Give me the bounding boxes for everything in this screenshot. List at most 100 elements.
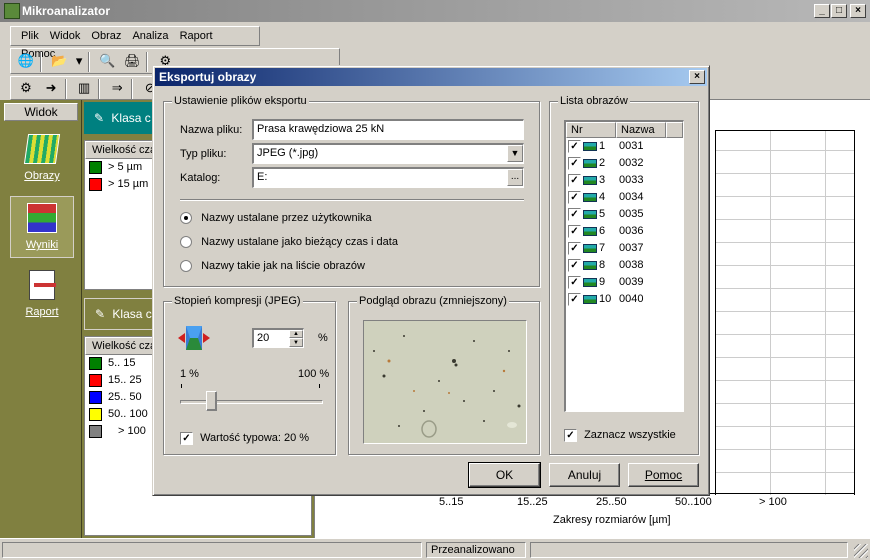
top-class-column-header[interactable]: Wielkość cza [85, 141, 155, 159]
list-item[interactable]: ✓ 3 0033 [566, 172, 683, 189]
list-item[interactable]: ✓ 1 0031 [566, 138, 683, 155]
compression-spinner[interactable]: 20 ▲ ▼ [252, 328, 304, 348]
preview-icon[interactable]: 🔍 [96, 50, 118, 72]
image-list-group-label: Lista obrazów [558, 95, 630, 107]
pencil-icon: ✎ [95, 307, 106, 321]
radio-button[interactable] [180, 260, 192, 273]
top-class-header: ✎ Klasa c [84, 102, 156, 134]
radio-button[interactable] [180, 236, 192, 249]
row-checkbox[interactable]: ✓ [568, 174, 581, 187]
radio-list-names[interactable]: Nazwy takie jak na liście obrazów [180, 260, 365, 273]
dropdown-icon[interactable]: ▾ [73, 50, 85, 72]
list-item[interactable]: ✓ 8 0038 [566, 257, 683, 274]
list-item[interactable]: ✓ 5 0035 [566, 206, 683, 223]
row-checkbox[interactable]: ✓ [568, 157, 581, 170]
list-item[interactable]: ✓ 10 0040 [566, 291, 683, 308]
slider-tick-min [181, 384, 182, 388]
maximize-button[interactable]: □ [831, 4, 847, 18]
menu-plik[interactable]: Plik [17, 27, 43, 45]
column-header-name[interactable]: Nazwa [616, 122, 666, 138]
select-all-row[interactable]: ✓ Zaznacz wszystkie [564, 429, 676, 442]
settings-icon[interactable]: ⚙ [15, 77, 37, 99]
browse-button[interactable]: ... [507, 169, 523, 186]
spin-up-button[interactable]: ▲ [289, 330, 303, 338]
print-icon[interactable]: 🖨 [121, 50, 143, 72]
sidebar-item-obrazy[interactable]: Obrazy [10, 134, 74, 190]
row-checkbox[interactable]: ✓ [568, 242, 581, 255]
images-icon [23, 134, 61, 164]
close-button[interactable]: × [850, 4, 866, 18]
export-icon[interactable]: ⇒ [106, 77, 128, 99]
dialog-titlebar: Eksportuj obrazy × [155, 68, 707, 86]
row-name: 0031 [619, 140, 644, 152]
slider-track[interactable] [180, 400, 323, 404]
typical-checkbox-row[interactable]: ✓ Wartość typowa: 20 % [180, 432, 309, 445]
open-icon[interactable]: 📂 [48, 50, 70, 72]
filetype-select[interactable]: JPEG (*.jpg) ▼ [252, 143, 524, 164]
row-nr: 8 [599, 259, 606, 271]
sidebar-item-label: Raport [25, 306, 59, 318]
row-checkbox[interactable]: ✓ [568, 276, 581, 289]
image-icon [583, 159, 597, 168]
row-name: 0034 [619, 191, 644, 203]
spin-down-button[interactable]: ▼ [289, 338, 303, 347]
list-item[interactable]: ✓ 4 0034 [566, 189, 683, 206]
row-checkbox[interactable]: ✓ [568, 225, 581, 238]
menu-raport[interactable]: Raport [176, 27, 217, 45]
chart-plot [715, 130, 855, 495]
x-tick-label: > 100 [759, 496, 787, 508]
sidebar-item-raport[interactable]: Raport [10, 270, 74, 326]
top-class-list: Wielkość cza > 5 µm > 15 µm [84, 140, 156, 290]
list-item[interactable]: ✓ 6 0036 [566, 223, 683, 240]
binoculars-icon[interactable]: ▥ [73, 77, 95, 99]
help-button[interactable]: Pomoc [628, 463, 699, 487]
list-item[interactable]: ✓ 9 0039 [566, 274, 683, 291]
row-name: 0033 [619, 174, 644, 186]
row-nr: 10 [599, 293, 612, 305]
resize-grip-icon[interactable] [854, 544, 868, 558]
main-titlebar: Mikroanalizator _ □ × [0, 0, 870, 22]
row-checkbox[interactable]: ✓ [568, 140, 581, 153]
arrow-icon[interactable]: ➜ [40, 77, 62, 99]
preview-group: Podgląd obrazu (zmniejszony) [348, 295, 540, 455]
image-list[interactable]: Nr Nazwa ✓ 1 0031 ✓ 2 0032 ✓ 3 0033 ✓ 4 0034 ✓ 5 0035 ✓… [564, 120, 684, 412]
row-checkbox[interactable]: ✓ [568, 293, 581, 306]
radio-datetime-names[interactable]: Nazwy ustalane jako bieżący czas i data [180, 236, 398, 249]
status-pane-3 [530, 542, 848, 558]
minimize-button[interactable]: _ [814, 4, 830, 18]
dir-input[interactable]: E: ... [252, 167, 524, 188]
compression-icon [178, 322, 210, 354]
dialog-close-button[interactable]: × [689, 70, 705, 84]
radio-button[interactable] [180, 212, 192, 225]
export-dialog: Eksportuj obrazy × Ustawienie plików eks… [152, 65, 710, 496]
preview-image [363, 320, 527, 444]
list-item[interactable]: ✓ 7 0037 [566, 240, 683, 257]
filename-input[interactable]: Prasa krawędziowa 25 kN [252, 119, 524, 140]
ok-button[interactable]: OK [468, 462, 541, 488]
select-all-checkbox[interactable]: ✓ [564, 429, 577, 442]
bottom-class-column-header[interactable]: Wielkość cza [85, 337, 155, 355]
list-header: Nr Nazwa [566, 122, 683, 138]
image-icon [583, 193, 597, 202]
cancel-button[interactable]: Anuluj [549, 463, 620, 487]
menu-analiza[interactable]: Analiza [128, 27, 172, 45]
app-title: Mikroanalizator [22, 4, 111, 18]
globe-icon[interactable]: 🌐 [15, 50, 37, 72]
row-checkbox[interactable]: ✓ [568, 191, 581, 204]
chevron-down-icon[interactable]: ▼ [507, 145, 523, 162]
column-header-nr[interactable]: Nr [566, 122, 616, 138]
row-checkbox[interactable]: ✓ [568, 259, 581, 272]
menu-obraz[interactable]: Obraz [87, 27, 125, 45]
menu-widok[interactable]: Widok [46, 27, 85, 45]
radio-user-names[interactable]: Nazwy ustalane przez użytkownika [180, 212, 372, 225]
slider-thumb[interactable] [206, 391, 218, 411]
sidebar-header[interactable]: Widok [4, 103, 78, 121]
preview-image-content [364, 321, 526, 443]
row-name: 0036 [619, 225, 644, 237]
row-checkbox[interactable]: ✓ [568, 208, 581, 221]
list-item[interactable]: ✓ 2 0032 [566, 155, 683, 172]
dir-label: Katalog: [180, 172, 221, 184]
row-name: 0038 [619, 259, 644, 271]
sidebar-item-wyniki[interactable]: Wyniki [10, 196, 74, 258]
typical-checkbox[interactable]: ✓ [180, 432, 193, 445]
